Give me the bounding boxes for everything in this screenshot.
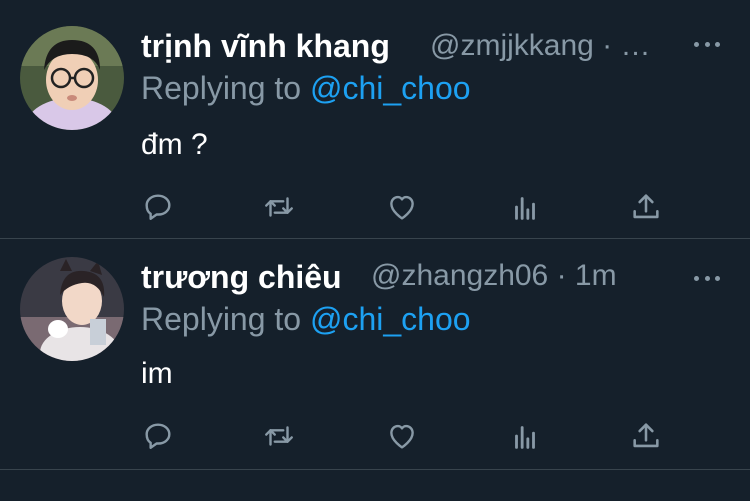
mention-link[interactable]: @chi_choo — [310, 301, 471, 337]
user-handle[interactable]: @zmjjkkang · … — [430, 29, 651, 63]
more-icon[interactable] — [694, 40, 720, 48]
user-handle[interactable]: @zhangzh06 · 1m — [371, 259, 617, 293]
tweet-text: đm ? — [141, 128, 208, 161]
tweet-text: im — [141, 357, 173, 390]
share-icon[interactable] — [629, 190, 663, 224]
replying-to-label: Replying to — [141, 70, 302, 106]
tweet-2[interactable]: trương chiêu @zhangzh06 · 1m Replying to… — [0, 239, 750, 469]
more-icon[interactable] — [694, 274, 720, 282]
display-name[interactable]: trịnh vĩnh khang — [141, 28, 390, 65]
display-name[interactable]: trương chiêu — [141, 259, 342, 296]
avatar[interactable] — [20, 257, 124, 361]
reply-icon[interactable] — [141, 419, 175, 453]
share-icon[interactable] — [629, 419, 663, 453]
reply-icon[interactable] — [141, 190, 175, 224]
mention-link[interactable]: @chi_choo — [310, 70, 471, 106]
analytics-icon[interactable] — [508, 190, 542, 224]
like-icon[interactable] — [385, 190, 419, 224]
replying-to-label: Replying to — [141, 301, 302, 337]
divider — [0, 469, 750, 470]
retweet-icon[interactable] — [262, 419, 296, 453]
analytics-icon[interactable] — [508, 419, 542, 453]
tweet-1[interactable]: trịnh vĩnh khang @zmjjkkang · … Replying… — [0, 0, 750, 238]
replying-to: Replying to @chi_choo — [141, 70, 471, 107]
like-icon[interactable] — [385, 419, 419, 453]
retweet-icon[interactable] — [262, 190, 296, 224]
avatar[interactable] — [20, 26, 124, 130]
replying-to: Replying to @chi_choo — [141, 301, 471, 338]
